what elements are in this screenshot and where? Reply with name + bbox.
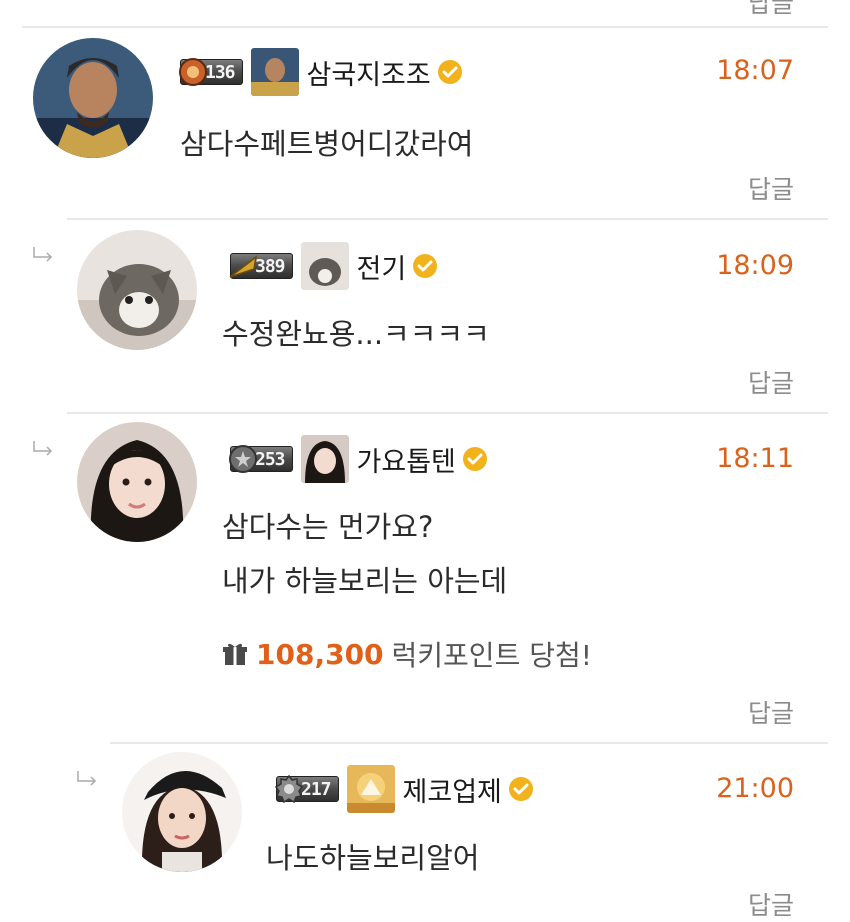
avatar-image [77, 230, 197, 350]
reply-button[interactable]: 답글 [748, 364, 794, 400]
avatar-image [33, 38, 153, 158]
check-badge-icon [437, 59, 463, 85]
check-badge-icon [412, 253, 438, 279]
level-emblem-icon [228, 444, 258, 474]
separator [110, 742, 828, 744]
avatar[interactable] [122, 752, 242, 872]
reply-button-top[interactable]: 답글 [748, 0, 794, 20]
comment-time: 18:07 [716, 55, 794, 86]
reply-button[interactable]: 답글 [748, 694, 794, 730]
level-badge: 389 [228, 251, 293, 281]
lucky-point-notice: 108,300 럭키포인트 당첨! [222, 634, 592, 674]
lucky-points: 108,300 [256, 637, 384, 671]
level-emblem-icon [228, 251, 258, 281]
avatar[interactable] [77, 422, 197, 542]
profile-thumbnail [300, 242, 349, 290]
level-badge: 253 [228, 444, 293, 474]
nickname[interactable]: 가요톱텐 [357, 440, 456, 479]
profile-thumbnail [250, 48, 299, 96]
comment-text-line-1: 삼다수는 먼가요? [222, 510, 434, 544]
check-badge-icon [462, 446, 488, 472]
comment-text: 삼다수페트병어디갔라여 [180, 127, 474, 161]
reply-button[interactable]: 답글 [748, 886, 794, 922]
reply-arrow-icon [76, 770, 98, 786]
level-emblem-icon [274, 774, 304, 804]
gift-icon [222, 641, 248, 667]
avatar-image [77, 422, 197, 542]
nickname[interactable]: 전기 [357, 247, 407, 286]
separator [22, 26, 828, 28]
separator [67, 218, 828, 220]
reply-arrow-icon [32, 246, 54, 262]
reply-arrow-icon [32, 440, 54, 456]
check-badge-icon [508, 776, 534, 802]
comment-text: 수정완뇨용...ㅋㅋㅋㅋ [222, 317, 490, 351]
profile-thumbnail [300, 435, 349, 483]
level-badge: 136 [178, 57, 243, 87]
level-badge: 217 [274, 774, 339, 804]
separator [67, 412, 828, 414]
comment-text-line-2: 내가 하늘보리는 아는데 [222, 564, 508, 598]
profile-thumbnail [346, 765, 395, 813]
comment-time: 18:11 [716, 443, 794, 474]
nickname[interactable]: 삼국지조조 [307, 53, 431, 92]
level-emblem-icon [178, 57, 208, 87]
avatar-image [122, 752, 242, 872]
comment-time: 21:00 [716, 773, 794, 804]
avatar[interactable] [77, 230, 197, 350]
reply-button[interactable]: 답글 [748, 170, 794, 206]
nickname[interactable]: 제코업제 [403, 770, 502, 809]
comment-time: 18:09 [716, 250, 794, 281]
avatar[interactable] [33, 38, 153, 158]
lucky-message: 럭키포인트 당첨! [391, 639, 592, 672]
comment-text: 나도하늘보리알어 [266, 841, 480, 875]
